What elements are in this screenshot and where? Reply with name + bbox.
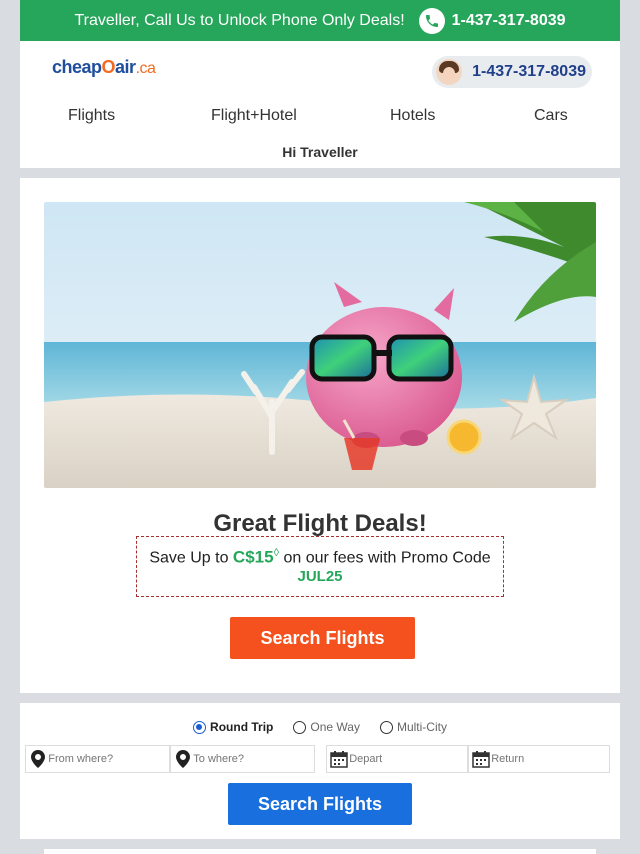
hero-image	[44, 202, 596, 488]
flight-search-card: Round Trip One Way Multi-City From where…	[20, 703, 620, 839]
nav-hotels[interactable]: Hotels	[390, 107, 435, 125]
from-input[interactable]	[48, 753, 169, 765]
promo-prefix: Save Up to	[149, 549, 229, 567]
nav-flight-hotel[interactable]: Flight+Hotel	[211, 107, 297, 125]
map-pin-icon	[173, 750, 193, 768]
next-card-edge	[44, 849, 596, 854]
greeting: Hi Traveller	[282, 144, 358, 160]
agent-avatar	[436, 59, 463, 85]
to-field[interactable]	[170, 745, 315, 773]
field-spacer	[315, 745, 326, 773]
radio-multi-city[interactable]: Multi-City	[379, 720, 447, 734]
map-pin-icon	[28, 750, 48, 768]
promo-amount-mark: ◊	[273, 547, 279, 559]
site-header: cheapOair.ca 1-437-317-8039 Flights Flig…	[20, 41, 620, 168]
radio-button[interactable]	[293, 720, 307, 734]
depart-input[interactable]	[349, 753, 467, 765]
deals-title: Great Flight Deals!	[213, 510, 427, 537]
cheapoair-logo[interactable]: cheapOair.ca	[52, 57, 156, 78]
radio-button[interactable]	[379, 720, 393, 734]
promo-code-box: Save Up to C$15◊ on our fees with Promo …	[136, 536, 504, 597]
promo-suffix: on our fees with Promo Code	[283, 549, 491, 567]
promo-amount: C$15	[232, 547, 274, 567]
return-input[interactable]	[491, 753, 609, 765]
deals-card: Great Flight Deals! Save Up to C$15◊ on …	[20, 178, 620, 693]
depart-field[interactable]	[326, 745, 468, 773]
radio-one-way[interactable]: One Way	[293, 720, 360, 734]
return-field[interactable]	[468, 745, 610, 773]
radio-round-trip[interactable]: Round Trip	[193, 720, 273, 734]
calendar-icon	[471, 750, 491, 768]
nav-flights[interactable]: Flights	[68, 107, 115, 125]
search-fields	[25, 745, 610, 773]
banner-phone-number[interactable]: 1-437-317-8039	[452, 12, 566, 30]
search-flights-button[interactable]: Search Flights	[228, 783, 412, 825]
call-agent-button[interactable]: 1-437-317-8039	[432, 56, 592, 88]
nav-cars[interactable]: Cars	[534, 107, 568, 125]
header-phone-number: 1-437-317-8039	[472, 63, 586, 80]
promo-code: JUL25	[297, 568, 343, 586]
from-field[interactable]	[25, 745, 170, 773]
deals-search-flights-button[interactable]: Search Flights	[230, 617, 415, 659]
phone-icon	[418, 7, 445, 34]
to-input[interactable]	[193, 753, 314, 765]
call-banner[interactable]: Traveller, Call Us to Unlock Phone Only …	[20, 0, 620, 41]
trip-type-selector: Round Trip One Way Multi-City	[20, 720, 620, 734]
calendar-icon	[329, 750, 349, 768]
radio-button[interactable]	[193, 720, 207, 734]
call-banner-text: Traveller, Call Us to Unlock Phone Only …	[74, 11, 405, 29]
